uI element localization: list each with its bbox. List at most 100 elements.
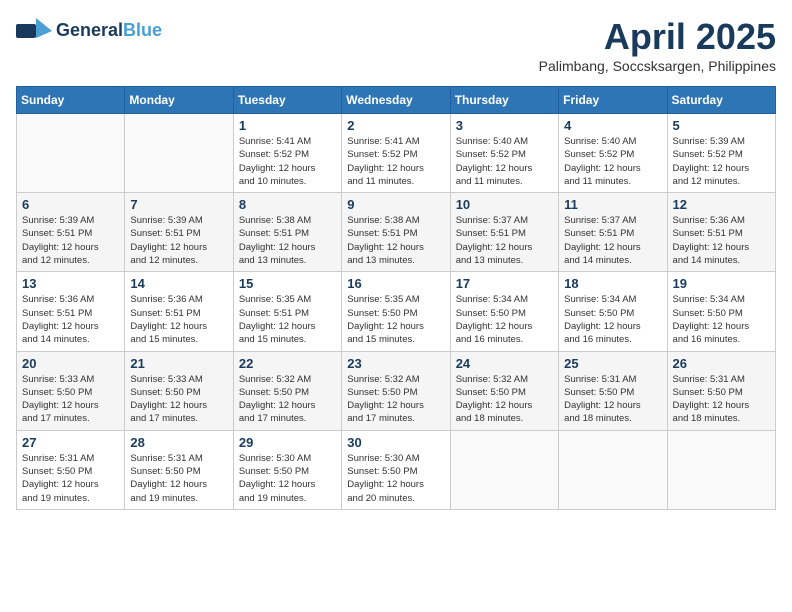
calendar-cell: 5Sunrise: 5:39 AM Sunset: 5:52 PM Daylig… xyxy=(667,114,775,193)
calendar-cell: 16 Sunrise: 5:35 AM Sunset: 5:50 PM Dayli… xyxy=(342,272,450,351)
weekday-header-sunday: Sunday xyxy=(17,87,125,114)
day-info: Sunrise: 5:31 AM Sunset: 5:50 PM Dayligh… xyxy=(130,452,227,505)
day-number: 29 xyxy=(239,435,336,450)
calendar-week-row: 27 Sunrise: 5:31 AM Sunset: 5:50 PM Dayli… xyxy=(17,430,776,509)
day-number: 27 xyxy=(22,435,119,450)
calendar-week-row: 6 Sunrise: 5:39 AM Sunset: 5:51 PM Daylig… xyxy=(17,193,776,272)
month-title: April 2025 xyxy=(539,16,776,58)
calendar-cell: 17Sunrise: 5:34 AM Sunset: 5:50 PM Dayli… xyxy=(450,272,558,351)
calendar-cell: 20 Sunrise: 5:33 AM Sunset: 5:50 PM Dayli… xyxy=(17,351,125,430)
weekday-header-wednesday: Wednesday xyxy=(342,87,450,114)
calendar-cell xyxy=(125,114,233,193)
calendar-cell: 1 Sunrise: 5:41 AM Sunset: 5:52 PM Daylig… xyxy=(233,114,341,193)
calendar-cell: 15 Sunrise: 5:35 AM Sunset: 5:51 PM Dayli… xyxy=(233,272,341,351)
day-number: 13 xyxy=(22,276,119,291)
calendar-cell xyxy=(667,430,775,509)
calendar-cell: 29 Sunrise: 5:30 AM Sunset: 5:50 PM Dayli… xyxy=(233,430,341,509)
calendar-cell: 18Sunrise: 5:34 AM Sunset: 5:50 PM Dayli… xyxy=(559,272,667,351)
day-info: Sunrise: 5:33 AM Sunset: 5:50 PM Dayligh… xyxy=(22,373,119,426)
calendar-cell xyxy=(559,430,667,509)
calendar-cell: 11 Sunrise: 5:37 AM Sunset: 5:51 PM Dayli… xyxy=(559,193,667,272)
calendar-cell xyxy=(17,114,125,193)
calendar-cell: 13 Sunrise: 5:36 AM Sunset: 5:51 PM Dayli… xyxy=(17,272,125,351)
day-number: 24 xyxy=(456,356,553,371)
calendar-cell: 3 Sunrise: 5:40 AM Sunset: 5:52 PM Daylig… xyxy=(450,114,558,193)
day-info: Sunrise: 5:36 AM Sunset: 5:51 PM Dayligh… xyxy=(673,214,770,267)
day-info: Sunrise: 5:37 AM Sunset: 5:51 PM Dayligh… xyxy=(456,214,553,267)
calendar-cell: 6 Sunrise: 5:39 AM Sunset: 5:51 PM Daylig… xyxy=(17,193,125,272)
calendar-cell: 26Sunrise: 5:31 AM Sunset: 5:50 PM Dayli… xyxy=(667,351,775,430)
day-number: 9 xyxy=(347,197,444,212)
calendar-cell: 9 Sunrise: 5:38 AM Sunset: 5:51 PM Daylig… xyxy=(342,193,450,272)
day-info: Sunrise: 5:38 AM Sunset: 5:51 PM Dayligh… xyxy=(239,214,336,267)
day-info: Sunrise: 5:37 AM Sunset: 5:51 PM Dayligh… xyxy=(564,214,661,267)
day-info: Sunrise: 5:33 AM Sunset: 5:50 PM Dayligh… xyxy=(130,373,227,426)
logo: GeneralBlue xyxy=(16,16,162,46)
day-info: Sunrise: 5:34 AM Sunset: 5:50 PM Dayligh… xyxy=(673,293,770,346)
weekday-header-monday: Monday xyxy=(125,87,233,114)
day-number: 5 xyxy=(673,118,770,133)
day-number: 1 xyxy=(239,118,336,133)
day-number: 23 xyxy=(347,356,444,371)
day-number: 10 xyxy=(456,197,553,212)
day-info: Sunrise: 5:30 AM Sunset: 5:50 PM Dayligh… xyxy=(347,452,444,505)
day-info: Sunrise: 5:36 AM Sunset: 5:51 PM Dayligh… xyxy=(130,293,227,346)
day-info: Sunrise: 5:30 AM Sunset: 5:50 PM Dayligh… xyxy=(239,452,336,505)
day-info: Sunrise: 5:40 AM Sunset: 5:52 PM Dayligh… xyxy=(456,135,553,188)
calendar-cell xyxy=(450,430,558,509)
calendar-cell: 14 Sunrise: 5:36 AM Sunset: 5:51 PM Dayli… xyxy=(125,272,233,351)
weekday-header-saturday: Saturday xyxy=(667,87,775,114)
day-info: Sunrise: 5:39 AM Sunset: 5:51 PM Dayligh… xyxy=(130,214,227,267)
calendar-cell: 19 Sunrise: 5:34 AM Sunset: 5:50 PM Dayli… xyxy=(667,272,775,351)
day-number: 4 xyxy=(564,118,661,133)
day-number: 11 xyxy=(564,197,661,212)
calendar-cell: 24 Sunrise: 5:32 AM Sunset: 5:50 PM Dayli… xyxy=(450,351,558,430)
day-number: 28 xyxy=(130,435,227,450)
day-info: Sunrise: 5:32 AM Sunset: 5:50 PM Dayligh… xyxy=(239,373,336,426)
day-number: 26 xyxy=(673,356,770,371)
day-info: Sunrise: 5:38 AM Sunset: 5:51 PM Dayligh… xyxy=(347,214,444,267)
day-info: Sunrise: 5:41 AM Sunset: 5:52 PM Dayligh… xyxy=(347,135,444,188)
day-info: Sunrise: 5:32 AM Sunset: 5:50 PM Dayligh… xyxy=(347,373,444,426)
day-info: Sunrise: 5:35 AM Sunset: 5:50 PM Dayligh… xyxy=(347,293,444,346)
calendar-week-row: 1 Sunrise: 5:41 AM Sunset: 5:52 PM Daylig… xyxy=(17,114,776,193)
logo-blue: Blue xyxy=(123,20,162,40)
day-number: 20 xyxy=(22,356,119,371)
day-info: Sunrise: 5:40 AM Sunset: 5:52 PM Dayligh… xyxy=(564,135,661,188)
day-number: 14 xyxy=(130,276,227,291)
calendar-cell: 22 Sunrise: 5:32 AM Sunset: 5:50 PM Dayli… xyxy=(233,351,341,430)
day-info: Sunrise: 5:31 AM Sunset: 5:50 PM Dayligh… xyxy=(564,373,661,426)
day-number: 6 xyxy=(22,197,119,212)
day-number: 8 xyxy=(239,197,336,212)
day-info: Sunrise: 5:39 AM Sunset: 5:51 PM Dayligh… xyxy=(22,214,119,267)
weekday-header-thursday: Thursday xyxy=(450,87,558,114)
calendar-cell: 27 Sunrise: 5:31 AM Sunset: 5:50 PM Dayli… xyxy=(17,430,125,509)
logo-icon xyxy=(16,16,52,46)
calendar-cell: 21Sunrise: 5:33 AM Sunset: 5:50 PM Dayli… xyxy=(125,351,233,430)
calendar-cell: 10 Sunrise: 5:37 AM Sunset: 5:51 PM Dayli… xyxy=(450,193,558,272)
page-header: GeneralBlue April 2025 Palimbang, Soccsk… xyxy=(16,16,776,74)
day-info: Sunrise: 5:35 AM Sunset: 5:51 PM Dayligh… xyxy=(239,293,336,346)
calendar-cell: 12Sunrise: 5:36 AM Sunset: 5:51 PM Dayli… xyxy=(667,193,775,272)
day-number: 19 xyxy=(673,276,770,291)
day-info: Sunrise: 5:41 AM Sunset: 5:52 PM Dayligh… xyxy=(239,135,336,188)
calendar-cell: 23 Sunrise: 5:32 AM Sunset: 5:50 PM Dayli… xyxy=(342,351,450,430)
day-info: Sunrise: 5:36 AM Sunset: 5:51 PM Dayligh… xyxy=(22,293,119,346)
logo-general: General xyxy=(56,20,123,40)
day-number: 25 xyxy=(564,356,661,371)
day-number: 3 xyxy=(456,118,553,133)
calendar-cell: 30 Sunrise: 5:30 AM Sunset: 5:50 PM Dayli… xyxy=(342,430,450,509)
calendar-cell: 4 Sunrise: 5:40 AM Sunset: 5:52 PM Daylig… xyxy=(559,114,667,193)
day-info: Sunrise: 5:31 AM Sunset: 5:50 PM Dayligh… xyxy=(22,452,119,505)
calendar-week-row: 20 Sunrise: 5:33 AM Sunset: 5:50 PM Dayli… xyxy=(17,351,776,430)
day-number: 22 xyxy=(239,356,336,371)
day-number: 30 xyxy=(347,435,444,450)
day-number: 7 xyxy=(130,197,227,212)
calendar-cell: 7 Sunrise: 5:39 AM Sunset: 5:51 PM Daylig… xyxy=(125,193,233,272)
day-number: 16 xyxy=(347,276,444,291)
weekday-header-tuesday: Tuesday xyxy=(233,87,341,114)
title-area: April 2025 Palimbang, Soccsksargen, Phil… xyxy=(539,16,776,74)
day-number: 15 xyxy=(239,276,336,291)
weekday-header-row: SundayMondayTuesdayWednesdayThursdayFrid… xyxy=(17,87,776,114)
day-info: Sunrise: 5:32 AM Sunset: 5:50 PM Dayligh… xyxy=(456,373,553,426)
